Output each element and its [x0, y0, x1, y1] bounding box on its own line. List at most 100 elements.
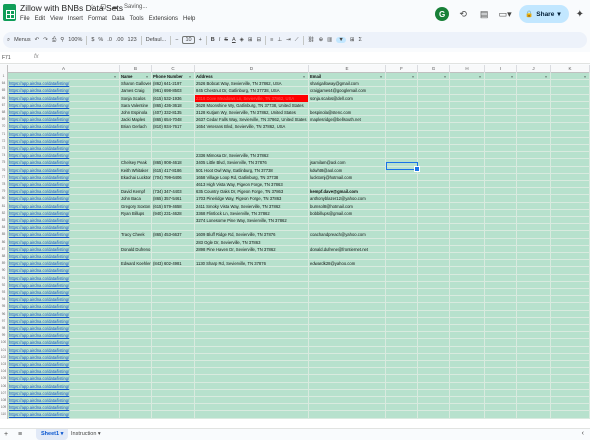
- phone-cell[interactable]: [152, 281, 195, 289]
- empty-cell[interactable]: [517, 224, 551, 232]
- align-horizontal-icon[interactable]: ≡: [270, 37, 273, 43]
- menu-format[interactable]: Format: [88, 16, 107, 22]
- phone-cell[interactable]: [152, 274, 195, 282]
- empty-cell[interactable]: [450, 267, 485, 275]
- empty-cell[interactable]: [485, 195, 517, 203]
- empty-cell[interactable]: [418, 317, 450, 325]
- insert-comment-icon[interactable]: ⊕: [319, 37, 324, 43]
- empty-cell[interactable]: [485, 231, 517, 239]
- email-cell[interactable]: [309, 123, 386, 131]
- email-cell[interactable]: [309, 411, 386, 419]
- empty-cell[interactable]: [386, 325, 418, 333]
- empty-cell[interactable]: [551, 217, 590, 225]
- empty-cell[interactable]: [517, 87, 551, 95]
- name-cell[interactable]: Sonja Scalos: [120, 94, 152, 102]
- phone-cell[interactable]: (407) 332-8135: [152, 109, 195, 117]
- email-cell[interactable]: [309, 152, 386, 160]
- empty-cell[interactable]: [551, 101, 590, 109]
- phone-cell[interactable]: [152, 375, 195, 383]
- font-size-increase[interactable]: +: [199, 37, 202, 43]
- listing-link-cell[interactable]: https://app.airdna.co/data/listing/: [8, 195, 120, 203]
- email-cell[interactable]: [309, 325, 386, 333]
- empty-cell[interactable]: [551, 181, 590, 189]
- empty-cell[interactable]: [450, 375, 485, 383]
- empty-cell[interactable]: [551, 317, 590, 325]
- email-cell[interactable]: [309, 130, 386, 138]
- empty-cell[interactable]: [485, 375, 517, 383]
- row-number[interactable]: 77: [0, 173, 8, 181]
- cloud-status-icon[interactable]: ☁: [111, 3, 118, 11]
- empty-cell[interactable]: [551, 94, 590, 102]
- email-cell[interactable]: [309, 267, 386, 275]
- empty-cell[interactable]: [517, 130, 551, 138]
- email-cell[interactable]: maplesridge@bellsouth.net: [309, 116, 386, 124]
- empty-cell[interactable]: [450, 325, 485, 333]
- empty-cell[interactable]: [517, 411, 551, 419]
- listing-link-cell[interactable]: https://app.airdna.co/data/listing/: [8, 101, 120, 109]
- empty-cell[interactable]: [386, 101, 418, 109]
- empty-cell[interactable]: [386, 245, 418, 253]
- row-number[interactable]: 84: [0, 224, 8, 232]
- row-number[interactable]: 110: [0, 411, 8, 419]
- listing-link-cell[interactable]: https://app.airdna.co/data/listing/: [8, 231, 120, 239]
- empty-cell[interactable]: [450, 159, 485, 167]
- empty-cell[interactable]: [551, 123, 590, 131]
- empty-cell[interactable]: [450, 310, 485, 318]
- empty-cell[interactable]: [418, 382, 450, 390]
- empty-cell[interactable]: [485, 411, 517, 419]
- empty-cell[interactable]: [551, 137, 590, 145]
- name-cell[interactable]: [120, 238, 152, 246]
- phone-cell[interactable]: (615) 579-4658: [152, 202, 195, 210]
- listing-link-cell[interactable]: https://app.airdna.co/data/listing/: [8, 188, 120, 196]
- email-cell[interactable]: [309, 382, 386, 390]
- empty-cell[interactable]: [418, 94, 450, 102]
- row-number[interactable]: 82: [0, 209, 8, 217]
- empty-cell[interactable]: [551, 109, 590, 117]
- empty-cell[interactable]: [551, 411, 590, 419]
- empty-cell[interactable]: [386, 130, 418, 138]
- name-cell[interactable]: Donald Dufreno: [120, 245, 152, 253]
- empty-cell[interactable]: [485, 224, 517, 232]
- empty-cell[interactable]: [551, 245, 590, 253]
- row-number[interactable]: 99: [0, 332, 8, 340]
- phone-cell[interactable]: [152, 289, 195, 297]
- functions-icon[interactable]: Σ: [358, 37, 361, 43]
- empty-cell[interactable]: [517, 109, 551, 117]
- address-cell[interactable]: 2336 Mimosa Dr, Sevierville, TN 37862: [195, 152, 309, 160]
- listing-link-cell[interactable]: https://app.airdna.co/data/listing/: [8, 339, 120, 347]
- address-cell[interactable]: [195, 253, 309, 261]
- email-cell[interactable]: [309, 289, 386, 297]
- empty-cell[interactable]: [450, 289, 485, 297]
- empty-cell[interactable]: [485, 397, 517, 405]
- meet-icon[interactable]: ▭▾: [498, 7, 512, 21]
- column-header-d[interactable]: D: [195, 65, 309, 73]
- empty-cell[interactable]: [418, 152, 450, 160]
- empty-cell[interactable]: [418, 116, 450, 124]
- empty-cell[interactable]: [551, 361, 590, 369]
- phone-cell[interactable]: [152, 325, 195, 333]
- row-number[interactable]: 95: [0, 303, 8, 311]
- address-cell[interactable]: 2316 Dove Meadows Ln, Sevierville, TN 37…: [195, 94, 309, 102]
- filter-dropdown-icon[interactable]: ▿: [380, 74, 382, 79]
- name-cell[interactable]: [120, 181, 152, 189]
- filter-dropdown-icon[interactable]: ▿: [584, 74, 586, 79]
- empty-cell[interactable]: [418, 267, 450, 275]
- empty-cell[interactable]: [485, 173, 517, 181]
- name-cell[interactable]: [120, 368, 152, 376]
- email-cell[interactable]: lucktomj@hotmail.com: [309, 173, 386, 181]
- empty-cell[interactable]: [386, 267, 418, 275]
- name-cell[interactable]: [120, 217, 152, 225]
- listing-link-cell[interactable]: https://app.airdna.co/data/listing/: [8, 317, 120, 325]
- empty-cell[interactable]: [551, 368, 590, 376]
- phone-cell[interactable]: [152, 224, 195, 232]
- empty-cell[interactable]: [418, 245, 450, 253]
- empty-cell[interactable]: [551, 310, 590, 318]
- empty-cell[interactable]: [485, 353, 517, 361]
- row-number[interactable]: 91: [0, 274, 8, 282]
- address-cell[interactable]: [195, 411, 309, 419]
- empty-cell[interactable]: [386, 137, 418, 145]
- row-number[interactable]: 94: [0, 296, 8, 304]
- row-number[interactable]: 105: [0, 375, 8, 383]
- insert-link-icon[interactable]: ⛓: [308, 37, 315, 43]
- name-cell[interactable]: Ekachai Lucktom: [120, 173, 152, 181]
